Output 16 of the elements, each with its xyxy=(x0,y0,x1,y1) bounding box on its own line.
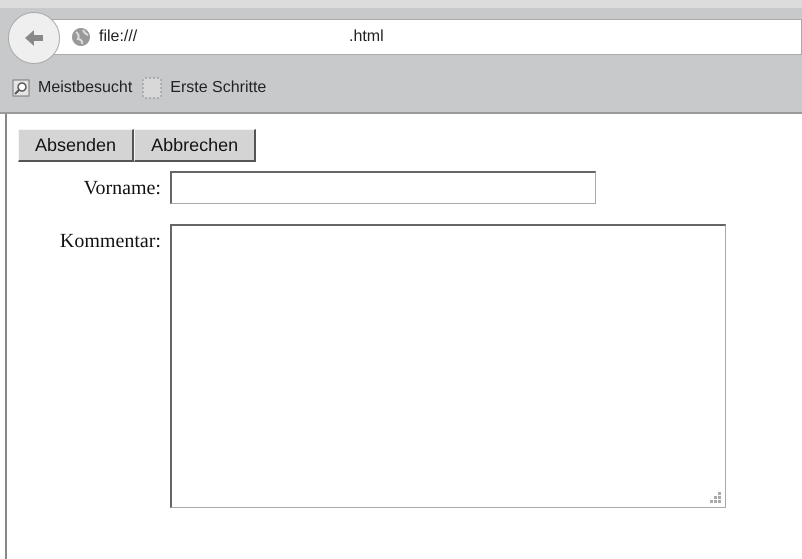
bookmark-item[interactable]: Erste Schritte xyxy=(142,76,270,100)
form-button[interactable]: Abbrechen xyxy=(134,129,256,162)
blank-page-icon xyxy=(142,77,162,99)
globe-icon xyxy=(71,27,91,47)
back-button[interactable] xyxy=(8,12,60,64)
back-arrow-icon xyxy=(23,28,45,48)
address-text: file:/// xyxy=(99,27,138,47)
field-label: Vorname: xyxy=(82,176,162,201)
comment-field[interactable] xyxy=(170,224,726,508)
resize-handle-icon[interactable] xyxy=(708,490,722,504)
field-label: Kommentar: xyxy=(58,229,162,254)
form-button[interactable]: Absenden xyxy=(18,129,134,162)
input-field[interactable] xyxy=(170,171,596,204)
address-text: .html xyxy=(349,27,384,47)
magnifier-icon xyxy=(12,79,30,97)
bookmark-item[interactable]: Meistbesucht xyxy=(12,76,136,100)
